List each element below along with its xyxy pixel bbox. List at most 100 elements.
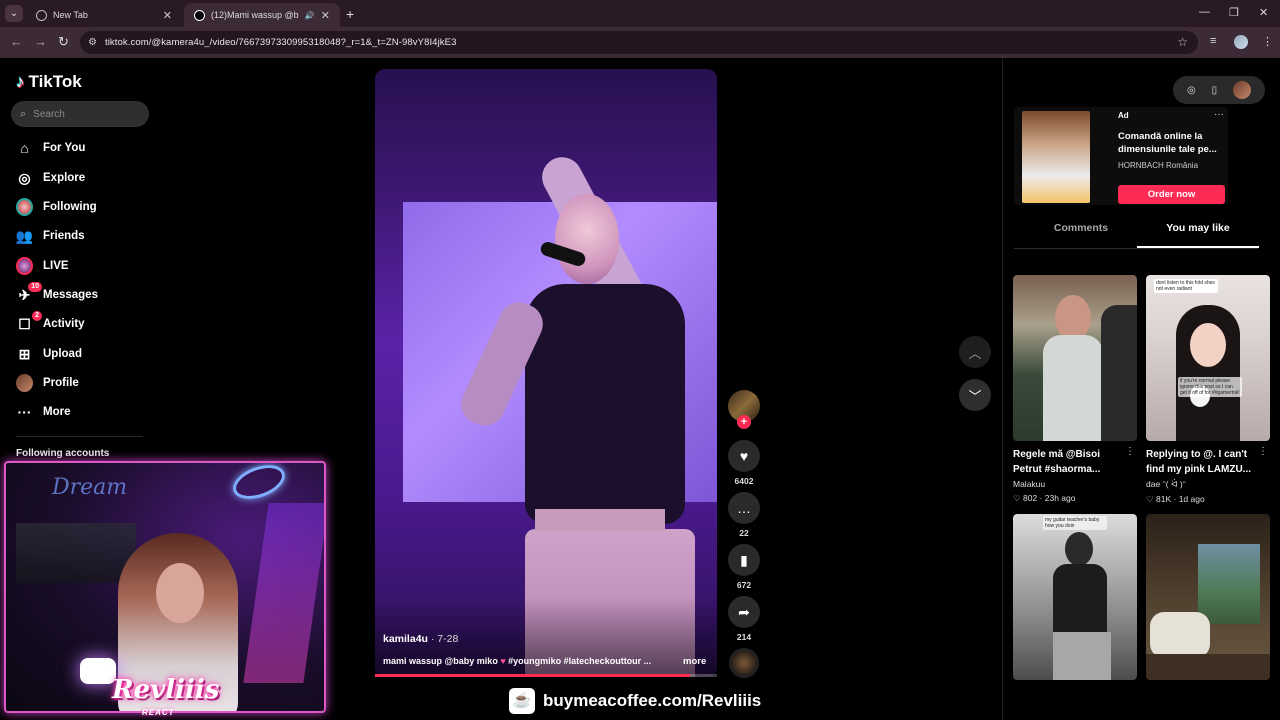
card-stats: ♡ 802 · 23h ago	[1013, 493, 1076, 503]
following-accounts-heading: Following accounts	[16, 448, 110, 459]
sidebar-item-live[interactable]: LIVE	[16, 254, 146, 278]
site-info-icon[interactable]: ⚙	[88, 37, 97, 48]
video-thumbnail[interactable]	[1013, 275, 1137, 441]
browser-tab-tiktok[interactable]: (12)Mami wassup @baby m 🔊 ✕	[184, 3, 340, 27]
share-button[interactable]: ➦	[728, 596, 760, 628]
ad-order-now-button[interactable]: Order now	[1118, 185, 1225, 204]
sidebar-item-for-you[interactable]: ⌂ For You	[16, 136, 146, 160]
tab-title: New Tab	[53, 10, 88, 20]
heart-outline-icon: ♡	[1146, 494, 1154, 504]
home-icon: ⌂	[20, 140, 29, 156]
video-author[interactable]: kamila4u · 7-28	[383, 633, 458, 645]
sidebar-item-label: For You	[43, 142, 86, 154]
music-disc-icon[interactable]	[729, 648, 759, 678]
suggested-video-card[interactable]: dont listen to this fold shes not even r…	[1146, 275, 1270, 505]
ghost-lamp	[80, 658, 116, 684]
media-controls-icon[interactable]: ≡	[1210, 35, 1216, 47]
card-age: 23h ago	[1044, 493, 1076, 503]
thumbnail-caption: dont listen to this fold shes not even r…	[1154, 279, 1218, 293]
save-button[interactable]: ▮	[728, 544, 760, 576]
streamer-brand-sub: REACT	[142, 708, 175, 717]
restore-icon[interactable]: ❐	[1229, 6, 1239, 19]
video-progress-bar[interactable]	[375, 674, 717, 677]
tiktok-logo[interactable]: ♪ TikTok	[16, 72, 82, 92]
previous-video-button[interactable]: ︿	[959, 336, 991, 368]
next-video-button[interactable]: ﹀	[959, 379, 991, 411]
browser-profile-avatar[interactable]	[1234, 35, 1248, 49]
tab-comments[interactable]: Comments	[1020, 222, 1142, 248]
comment-icon: …	[737, 500, 751, 516]
thumbnail-caption: my guitar teacher's baby how you doin	[1043, 516, 1107, 530]
streamer-brand-logo: Revliiis	[112, 675, 220, 705]
tab-you-may-like[interactable]: You may like	[1137, 222, 1259, 248]
sidebar-item-explore[interactable]: ◎ Explore	[16, 166, 146, 190]
profile-avatar-icon	[16, 374, 33, 392]
coffee-cup-icon: ☕	[509, 688, 535, 714]
chevron-up-icon: ︿	[968, 345, 982, 361]
card-title: Replying to @. I can't find my pink LAMZ…	[1146, 449, 1251, 475]
new-tab-button[interactable]: +	[346, 6, 354, 22]
sidebar-item-more[interactable]: ··· More	[16, 400, 146, 424]
card-author[interactable]: dae ᵔ( ᐛ )ᵔ	[1146, 479, 1270, 490]
neon-sign: Dream	[52, 475, 128, 500]
caption-hashtags[interactable]: #youngmiko #latecheckouttour ...	[506, 656, 651, 666]
explore-compass-icon[interactable]: ◎	[1187, 85, 1196, 96]
sidebar-item-profile[interactable]: Profile	[16, 371, 146, 395]
thumbnail-caption: if you're normal please ignore this post…	[1178, 377, 1242, 397]
upload-icon: ⊞	[18, 345, 31, 362]
address-bar[interactable]: ⚙ tiktok.com/@kamera4u_/video/7667397330…	[80, 31, 1198, 54]
buymeacoffee-banner: ☕ buymeacoffee.com/Revliiis	[509, 688, 761, 714]
author-name[interactable]: kamila4u	[383, 633, 428, 645]
like-count: 6402	[734, 476, 754, 486]
more-icon: ···	[17, 404, 32, 420]
sidebar-item-following[interactable]: Following	[16, 195, 146, 219]
suggested-video-card[interactable]: my guitar teacher's baby how you doin	[1013, 514, 1137, 680]
card-options-icon[interactable]: ⋮	[1125, 446, 1135, 457]
suggested-video-card[interactable]: Regele mă @Bisoi Petrut #shaorma... Mala…	[1013, 275, 1137, 504]
friends-icon: 👥	[15, 227, 34, 244]
back-icon[interactable]: ←	[10, 34, 23, 49]
ad-title[interactable]: Comandă online la dimensiunile tale pe..…	[1118, 130, 1222, 156]
follow-plus-button[interactable]: +	[737, 415, 751, 429]
card-author[interactable]: Malakuu	[1013, 479, 1137, 489]
ad-image[interactable]	[1022, 111, 1090, 203]
caption-more-button[interactable]: more	[683, 656, 706, 667]
logo-wordmark: TikTok	[28, 72, 82, 91]
tiktok-favicon-icon	[194, 9, 205, 21]
messages-icon: ✈ 10	[16, 281, 42, 304]
browser-menu-icon[interactable]: ⋮	[1262, 35, 1273, 48]
sidebar-item-messages[interactable]: ✈ 10 Messages	[16, 281, 146, 307]
card-options-icon[interactable]: ⋮	[1258, 446, 1268, 457]
reload-icon[interactable]: ↻	[58, 34, 69, 50]
card-likes: 81K	[1156, 494, 1172, 504]
bookmark-star-icon[interactable]: ☆	[1177, 35, 1188, 49]
video-thumbnail[interactable]: dont listen to this fold shes not even r…	[1146, 275, 1270, 441]
tab-search-button[interactable]: ⌄	[5, 5, 23, 22]
suggested-video-card[interactable]	[1146, 514, 1270, 680]
video-player[interactable]	[375, 69, 717, 677]
notification-badge: 2	[32, 310, 42, 321]
close-tab-icon[interactable]: ✕	[163, 9, 172, 22]
forward-icon[interactable]: →	[34, 34, 47, 49]
close-tab-icon[interactable]: ✕	[321, 9, 330, 22]
search-input[interactable]: ⌕ Search	[11, 101, 149, 127]
ad-options-icon[interactable]: ···	[1214, 109, 1224, 120]
close-window-icon[interactable]: ✕	[1259, 6, 1268, 19]
video-thumbnail[interactable]	[1146, 514, 1270, 680]
browser-tab-new-tab[interactable]: New Tab ✕	[26, 3, 182, 27]
comment-button[interactable]: …	[728, 492, 760, 524]
audio-icon[interactable]: 🔊	[305, 11, 315, 20]
user-avatar[interactable]	[1233, 81, 1252, 99]
sidebar-item-label: Activity	[43, 318, 85, 330]
sidebar-item-label: Upload	[43, 348, 82, 360]
device-icon[interactable]: ▯	[1212, 85, 1218, 96]
card-stats: ♡ 81K · 1d ago	[1146, 494, 1205, 504]
coffee-url: buymeacoffee.com/Revliiis	[543, 691, 762, 710]
sidebar-item-friends[interactable]: 👥 Friends	[16, 224, 146, 248]
sidebar-item-upload[interactable]: ⊞ Upload	[16, 342, 146, 366]
ad-brand: HORNBACH România	[1118, 161, 1199, 170]
video-thumbnail[interactable]: my guitar teacher's baby how you doin	[1013, 514, 1137, 680]
minimize-icon[interactable]: —	[1199, 6, 1210, 18]
like-button[interactable]: ♥	[728, 440, 760, 472]
sidebar-item-activity[interactable]: ☐ 2 Activity	[16, 310, 146, 336]
